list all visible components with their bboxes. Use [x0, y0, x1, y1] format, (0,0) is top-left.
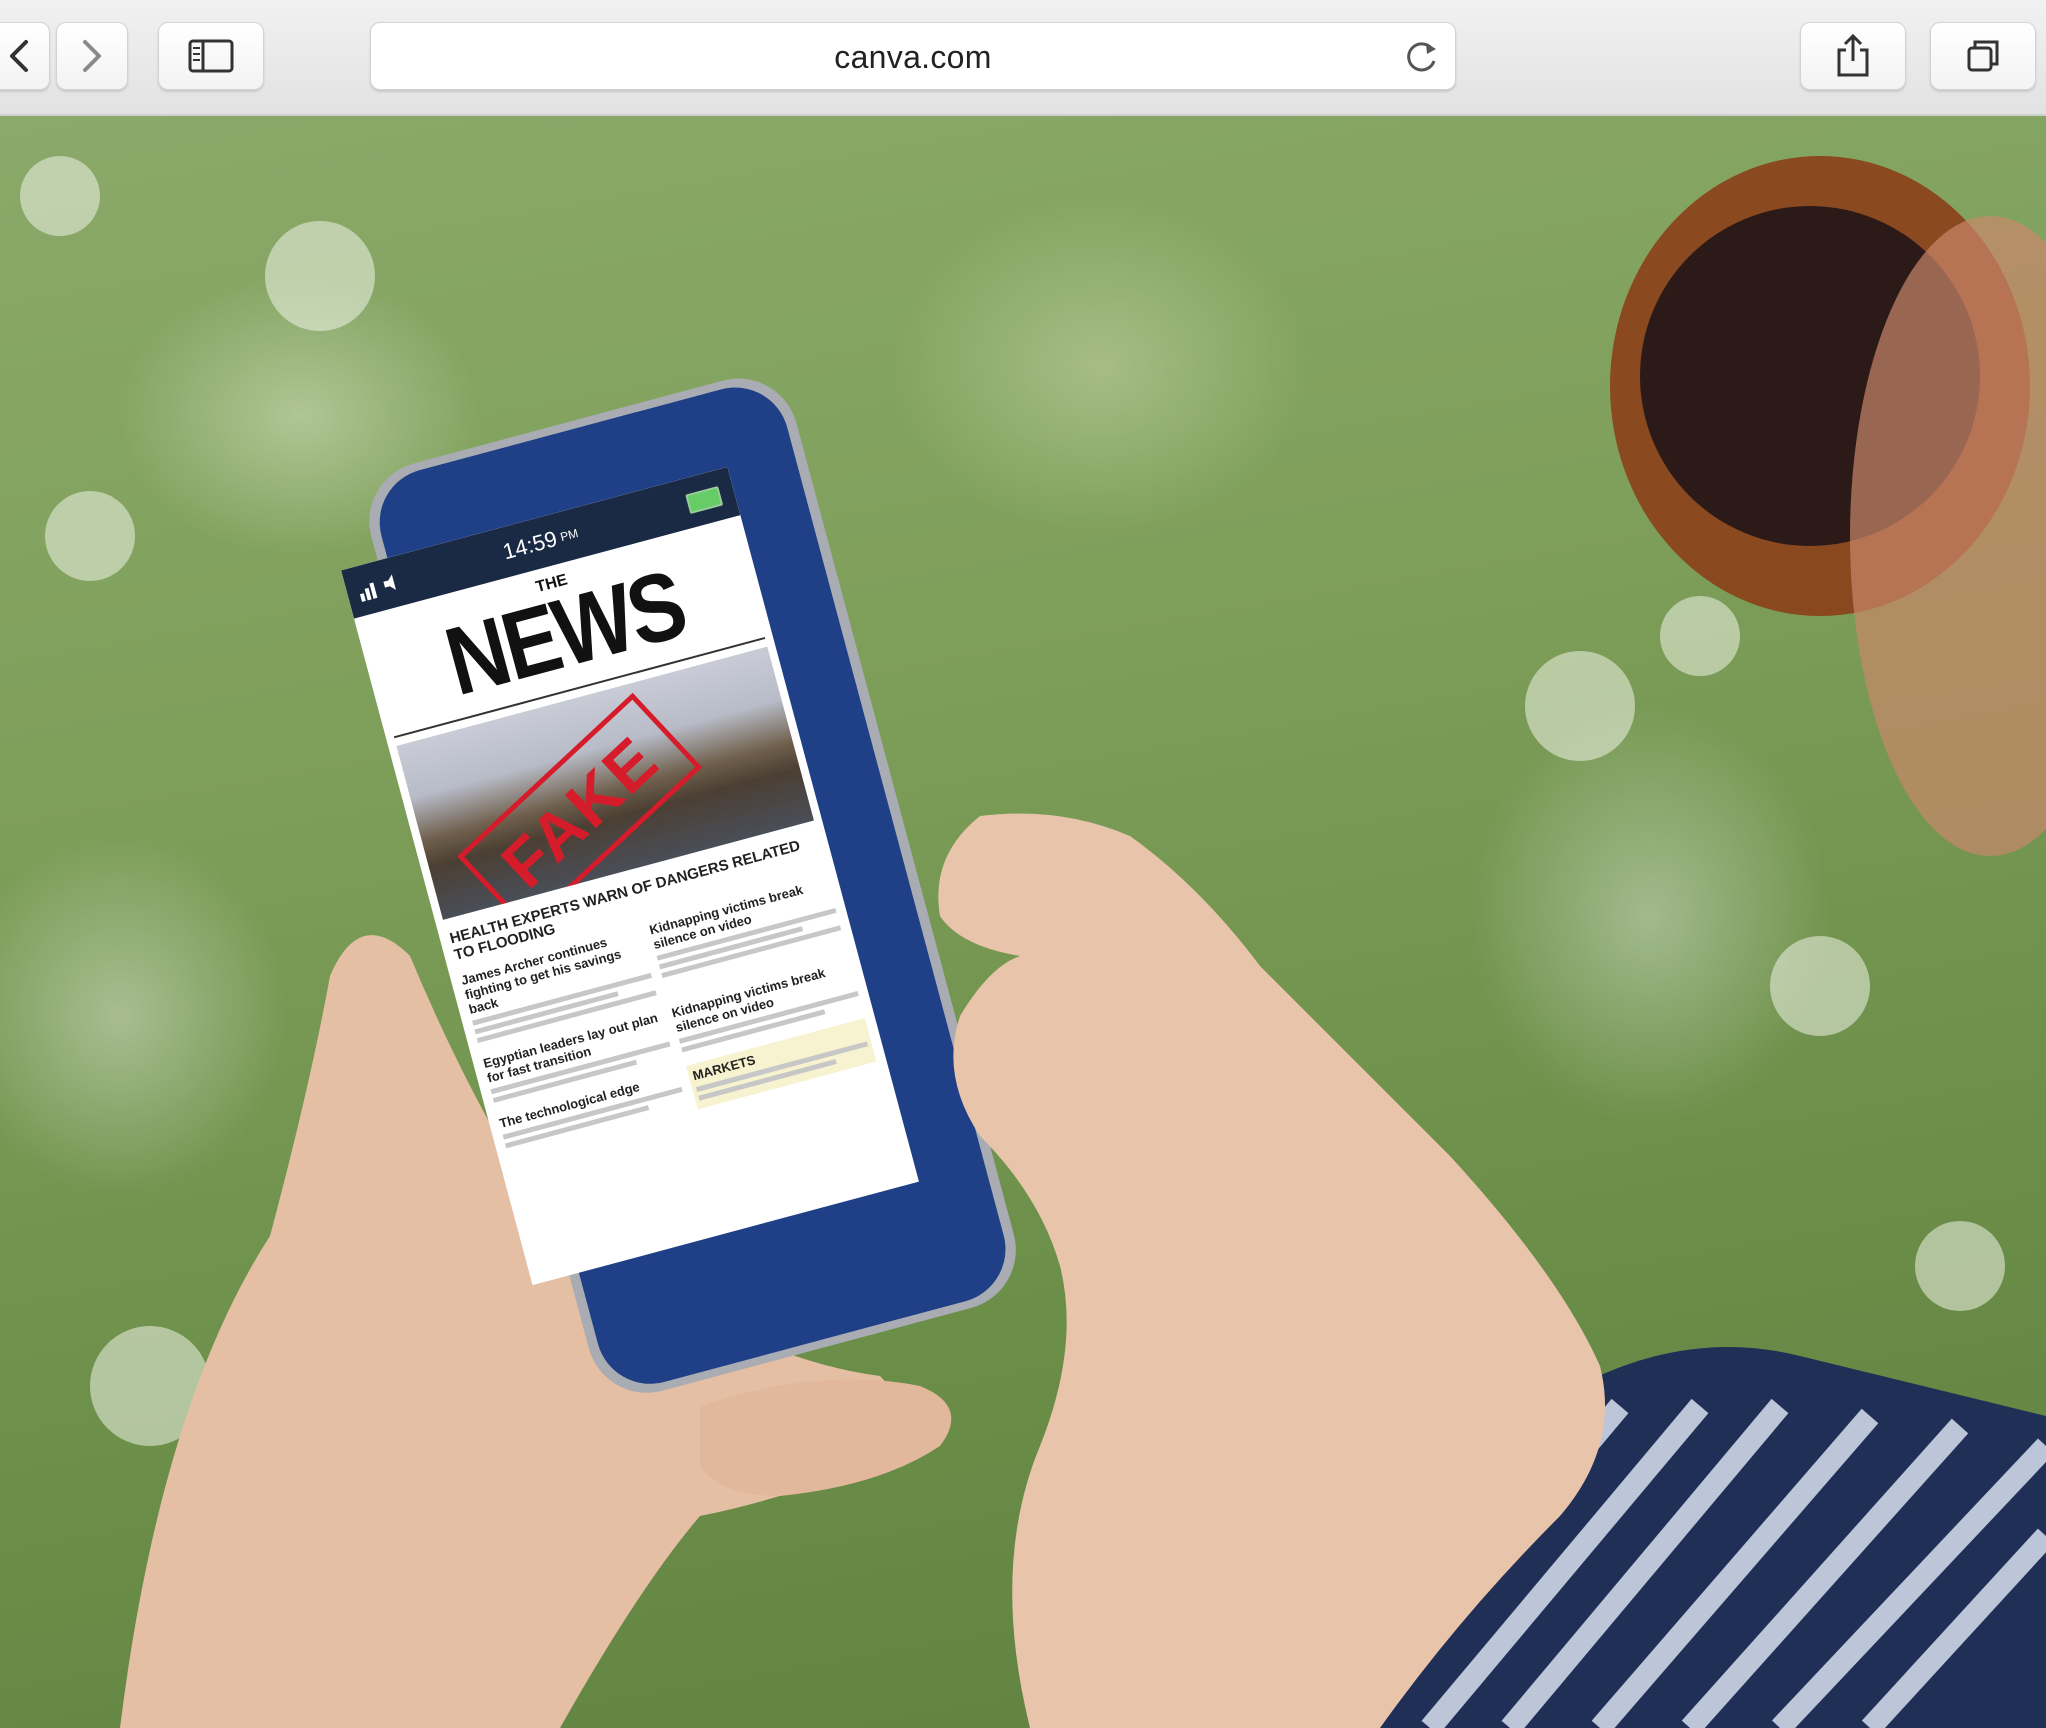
photo-scene [20, 156, 2046, 1728]
tabs-icon [1967, 40, 1999, 72]
share-icon [1837, 33, 1869, 77]
phone-time: 14:59 [500, 525, 560, 565]
hero-photo: 14:59 PM THE NEWS FAKE HEALTH EXPERTS WA… [0, 116, 2046, 1728]
battery-icon [685, 485, 724, 515]
sidebar-button[interactable] [158, 22, 264, 90]
left-thumb [700, 1379, 952, 1496]
chevron-right-icon [83, 40, 101, 72]
reload-icon[interactable] [1401, 37, 1441, 77]
forward-button[interactable] [56, 22, 128, 90]
chevron-left-icon [10, 40, 28, 72]
tabs-button[interactable] [1930, 22, 2036, 90]
sidebar-icon [188, 39, 234, 73]
address-bar[interactable]: canva.com [370, 22, 1456, 90]
sunglasses [1610, 156, 2046, 856]
phone-time-suffix: PM [558, 526, 580, 545]
url-text: canva.com [834, 39, 992, 75]
signal-icon [359, 574, 396, 603]
browser-toolbar: canva.com [0, 0, 2046, 116]
share-button[interactable] [1800, 22, 1906, 90]
back-button[interactable] [0, 22, 50, 90]
